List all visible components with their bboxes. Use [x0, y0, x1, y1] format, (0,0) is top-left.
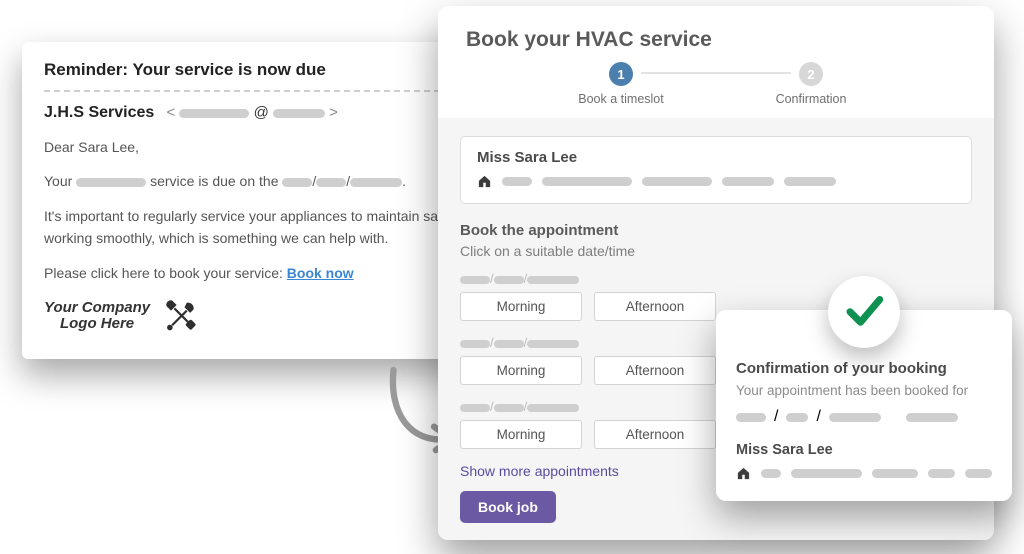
slot-afternoon-button[interactable]: Afternoon	[594, 356, 716, 385]
step-2-dot: 2	[799, 62, 823, 86]
redacted-text	[76, 178, 146, 187]
booking-title: Book your HVAC service	[438, 6, 994, 60]
confirmation-date-row: //	[736, 408, 992, 426]
redacted-text	[761, 469, 781, 478]
section-heading: Book the appointment	[460, 222, 972, 239]
redacted-text	[872, 469, 918, 478]
redacted-text	[179, 109, 249, 118]
slot-afternoon-button[interactable]: Afternoon	[594, 292, 716, 321]
redacted-text	[460, 340, 490, 348]
stepper: 1 Book a timeslot 2 Confirmation	[438, 60, 994, 118]
redacted-text	[494, 404, 524, 412]
text: Your Company	[44, 300, 150, 317]
confirmation-title: Confirmation of your booking	[736, 360, 992, 377]
redacted-text	[736, 413, 766, 422]
text: Logo Here	[44, 316, 150, 333]
redacted-text	[494, 340, 524, 348]
checkmark-icon	[843, 289, 885, 336]
book-now-link[interactable]: Book now	[287, 265, 354, 281]
redacted-text	[502, 177, 532, 186]
step-2: 2 Confirmation	[716, 62, 906, 106]
text: .	[402, 173, 406, 189]
house-icon	[736, 466, 751, 481]
slot-afternoon-button[interactable]: Afternoon	[594, 420, 716, 449]
text: Please click here to book your service:	[44, 265, 287, 281]
redacted-text	[784, 177, 836, 186]
redacted-text	[965, 469, 992, 478]
redacted-text	[273, 109, 325, 118]
redacted-text	[542, 177, 632, 186]
confirmation-address-row	[736, 466, 992, 481]
redacted-text	[494, 276, 524, 284]
confirmation-subtitle: Your appointment has been booked for	[736, 383, 992, 398]
redacted-text	[460, 276, 490, 284]
angle-open: <	[166, 104, 175, 121]
at-symbol: @	[254, 104, 273, 121]
redacted-text	[791, 469, 862, 478]
redacted-text	[786, 413, 808, 422]
slot-morning-button[interactable]: Morning	[460, 420, 582, 449]
house-icon	[477, 174, 492, 189]
angle-close: >	[329, 104, 338, 121]
redacted-text	[316, 178, 346, 187]
redacted-text	[527, 276, 579, 284]
redacted-text	[906, 413, 958, 422]
text: Your	[44, 173, 76, 189]
section-subheading: Click on a suitable date/time	[460, 243, 972, 259]
date-tag: //	[460, 271, 972, 286]
redacted-text	[722, 177, 774, 186]
redacted-text	[350, 178, 402, 187]
success-badge	[828, 276, 900, 348]
step-1-dot: 1	[609, 62, 633, 86]
redacted-text	[642, 177, 712, 186]
step-1-label: Book a timeslot	[578, 92, 663, 106]
step-1: 1 Book a timeslot	[526, 62, 716, 106]
tools-icon	[162, 296, 198, 337]
book-job-button[interactable]: Book job	[460, 491, 556, 523]
slot-morning-button[interactable]: Morning	[460, 356, 582, 385]
redacted-text	[282, 178, 312, 187]
customer-name: Miss Sara Lee	[477, 149, 955, 166]
confirmation-card: Confirmation of your booking Your appoin…	[716, 310, 1012, 501]
redacted-text	[928, 469, 955, 478]
redacted-text	[527, 340, 579, 348]
redacted-text	[460, 404, 490, 412]
redacted-text	[829, 413, 881, 422]
company-logo-placeholder: Your Company Logo Here	[44, 300, 150, 333]
confirmation-customer-name: Miss Sara Lee	[736, 442, 992, 458]
redacted-text	[527, 404, 579, 412]
step-2-label: Confirmation	[776, 92, 847, 106]
customer-address-row	[477, 174, 955, 189]
sender-company: J.H.S Services	[44, 104, 154, 121]
text: service is due on the	[150, 173, 282, 189]
customer-card: Miss Sara Lee	[460, 136, 972, 204]
slot-morning-button[interactable]: Morning	[460, 292, 582, 321]
